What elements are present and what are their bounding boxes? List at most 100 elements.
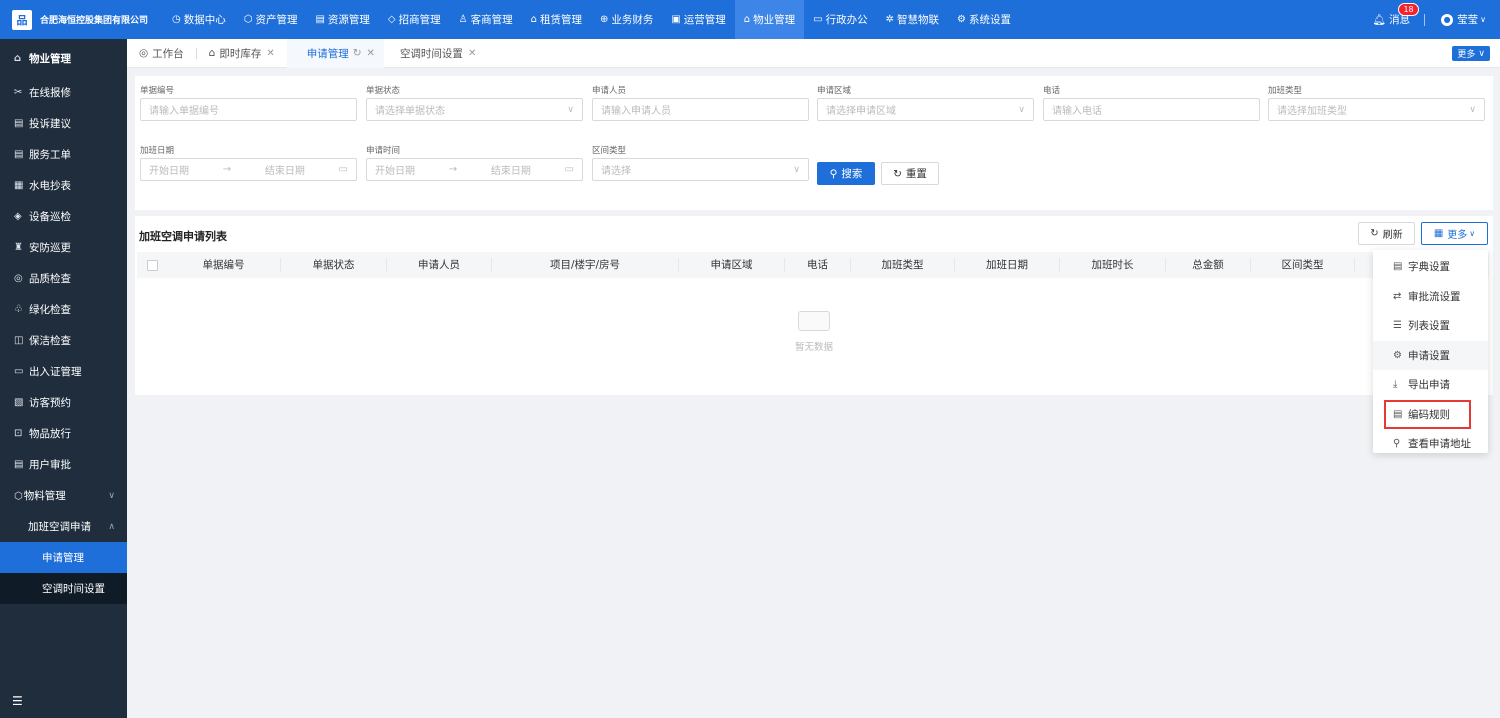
tab-application-manage[interactable]: 申请管理 ↻ ✕ [286,38,384,68]
sidebar-item-complaint[interactable]: ▤ 投诉建议 [0,108,127,139]
top-nav-office[interactable]: ▭ 行政办公 [804,0,876,39]
phone-input[interactable]: 请输入电话 [1043,98,1260,121]
column-header[interactable]: 加班类型 [851,258,955,272]
overtime-type-select[interactable]: 请选择加班类型 ∨ [1268,98,1485,121]
sidebar-item-cleaning[interactable]: ◫ 保洁检查 [0,325,127,356]
search-icon: ⚲ [829,167,838,180]
sidebar-item-label: 出入证管理 [29,366,82,378]
document-status-select[interactable]: 请选择单据状态 ∨ [366,98,583,121]
sidebar-header[interactable]: ⌂ 物业管理 [0,39,127,77]
column-header[interactable]: 总金额 [1166,258,1251,272]
tab-ac-time-settings[interactable]: 空调时间设置 ✕ [384,39,488,68]
menu-item-export-applications[interactable]: ⤓ 导出申请 [1373,370,1488,400]
search-button-label: 搜索 [841,168,863,180]
sidebar-item-application-manage[interactable]: 申请管理 [0,542,127,573]
placeholder-text: 请选择单据状态 [375,106,445,117]
close-icon[interactable]: ✕ [266,48,274,59]
top-nav-resource[interactable]: ▤ 资源管理 [306,0,378,39]
interval-type-select[interactable]: 请选择 ∨ [592,158,809,181]
sidebar-item-label: 空调时间设置 [42,583,105,595]
top-nav-finance[interactable]: ⊕ 业务财务 [591,0,662,39]
reset-button[interactable]: ↻ 重置 [881,162,939,185]
table-more-button[interactable]: ▦ 更多 ∨ [1421,222,1488,245]
column-header[interactable]: 加班时长 [1060,258,1166,272]
menu-item-dictionary-settings[interactable]: ▤ 字典设置 [1373,252,1488,282]
company-name: 合肥海恒控股集团有限公司 [40,16,149,26]
sidebar-item-work-order[interactable]: ▤ 服务工单 [0,139,127,170]
tabs-more-label: 更多 [1457,50,1476,60]
device-icon: ◈ [14,211,22,222]
collapse-menu-icon[interactable]: ☰ [12,694,23,708]
top-nav-iot[interactable]: ✲ 智慧物联 [877,0,948,39]
sidebar-item-meter[interactable]: ▦ 水电抄表 [0,170,127,201]
divider [1424,13,1426,26]
sidebar-item-pass[interactable]: ▭ 出入证管理 [0,356,127,387]
top-nav-settings[interactable]: ⚙ 系统设置 [948,0,1020,39]
column-header[interactable]: 电话 [785,258,851,272]
column-header[interactable]: 加班日期 [955,258,1060,272]
messages-button[interactable]: 🔔︎ 消息 18 [1372,3,1419,27]
sidebar-item-label: 物品放行 [29,428,71,440]
overtime-date-range[interactable]: 开始日期 → 结束日期 ▭ [140,158,357,181]
sidebar-submenu-overtime-ac[interactable]: 加班空调申请 ∧ [0,511,127,542]
finance-icon: ⊕ [599,14,609,25]
top-nav-label: 业务财务 [611,14,654,26]
top-nav-operation[interactable]: ▣ 运营管理 [662,0,734,39]
select-all-checkbox[interactable] [137,259,167,271]
shield-icon: ◎ [14,273,23,284]
sidebar-item-patrol[interactable]: ♜ 安防巡更 [0,232,127,263]
sidebar-item-visitor[interactable]: ▧ 访客预约 [0,387,127,418]
menu-item-list-settings[interactable]: ☰ 列表设置 [1373,311,1488,341]
tabs-more-button[interactable]: 更多 ∨ [1452,46,1490,61]
top-nav-property[interactable]: ⌂ 物业管理 [734,0,805,39]
refresh-icon[interactable]: ↻ [353,47,362,59]
placeholder-text: 请输入电话 [1052,106,1102,117]
user-menu[interactable]: ● 莹莹 ∨ [1441,12,1486,27]
document-no-input[interactable]: 请输入单据编号 [140,98,357,121]
sidebar-item-ac-time-settings[interactable]: 空调时间设置 [0,573,127,604]
reset-button-label: 重置 [905,168,927,180]
column-header[interactable]: 申请人员 [387,258,492,272]
apply-time-range[interactable]: 开始日期 → 结束日期 ▭ [366,158,583,181]
close-icon[interactable]: ✕ [468,48,476,59]
column-header[interactable]: 项目/楼宇/房号 [492,258,679,272]
applicant-input[interactable]: 请输入申请人员 [592,98,809,121]
tab-workbench[interactable]: ◎ 工作台 [127,39,196,68]
top-nav-asset[interactable]: ⬡ 资产管理 [235,0,307,39]
document-icon: ▤ [14,149,24,160]
refresh-button[interactable]: ↻ 刷新 [1358,222,1415,245]
column-header[interactable]: 区间类型 [1251,258,1355,272]
menu-item-view-application-url[interactable]: ⚲ 查看申请地址 [1373,429,1488,459]
menu-item-application-settings[interactable]: ⚙ 申请设置 [1373,340,1488,370]
top-nav-investment[interactable]: ◇ 招商管理 [379,0,450,39]
column-header[interactable]: 申请区域 [679,258,785,272]
top-nav-client[interactable]: ♙ 客商管理 [450,0,522,39]
tab-label: 申请管理 [306,47,349,60]
menu-item-code-rules[interactable]: ▤ 编码规则 [1384,399,1471,429]
sidebar-item-label: 申请管理 [42,552,84,564]
sidebar-item-approval[interactable]: ▤ 用户审批 [0,449,127,480]
sidebar-item-inspection[interactable]: ◈ 设备巡检 [0,201,127,232]
sidebar-item-release[interactable]: ⊡ 物品放行 [0,418,127,449]
sidebar-item-repair[interactable]: ✂ 在线报修 [0,77,127,108]
top-nav-label: 资源管理 [327,14,370,26]
sidebar-group-materials[interactable]: ⬡物料管理 ∨ [0,480,127,511]
download-icon: ⤓ [1393,379,1398,391]
chevron-down-icon: ∨ [1469,229,1476,238]
top-nav-lease[interactable]: ⌂ 租赁管理 [522,0,591,39]
search-button[interactable]: ⚲ 搜索 [817,162,875,185]
menu-item-approval-flow-settings[interactable]: ⇄ 审批流设置 [1373,282,1488,312]
close-icon[interactable]: ✕ [367,48,375,59]
tab-inventory[interactable]: ⌂ 即时库存 ✕ [197,39,287,68]
monitor-icon: ▭ [813,14,823,25]
sidebar-item-greening[interactable]: ♧ 绿化检查 [0,294,127,325]
filter-apply-time: 申请时间 开始日期 → 结束日期 ▭ [366,144,583,181]
home-icon: ⌂ [14,52,22,64]
area-select[interactable]: 请选择申请区域 ∨ [817,98,1034,121]
column-header[interactable]: 单据状态 [281,258,387,272]
top-nav-data-center[interactable]: ◷ 数据中心 [163,0,235,39]
column-header[interactable]: 单据编号 [167,258,281,272]
end-date-placeholder: 结束日期 [490,166,531,177]
filter-panel: 单据编号 请输入单据编号 单据状态 请选择单据状态 ∨ 申请人员 请输入申请人员 … [135,76,1493,210]
sidebar-item-quality[interactable]: ◎ 品质检查 [0,263,127,294]
